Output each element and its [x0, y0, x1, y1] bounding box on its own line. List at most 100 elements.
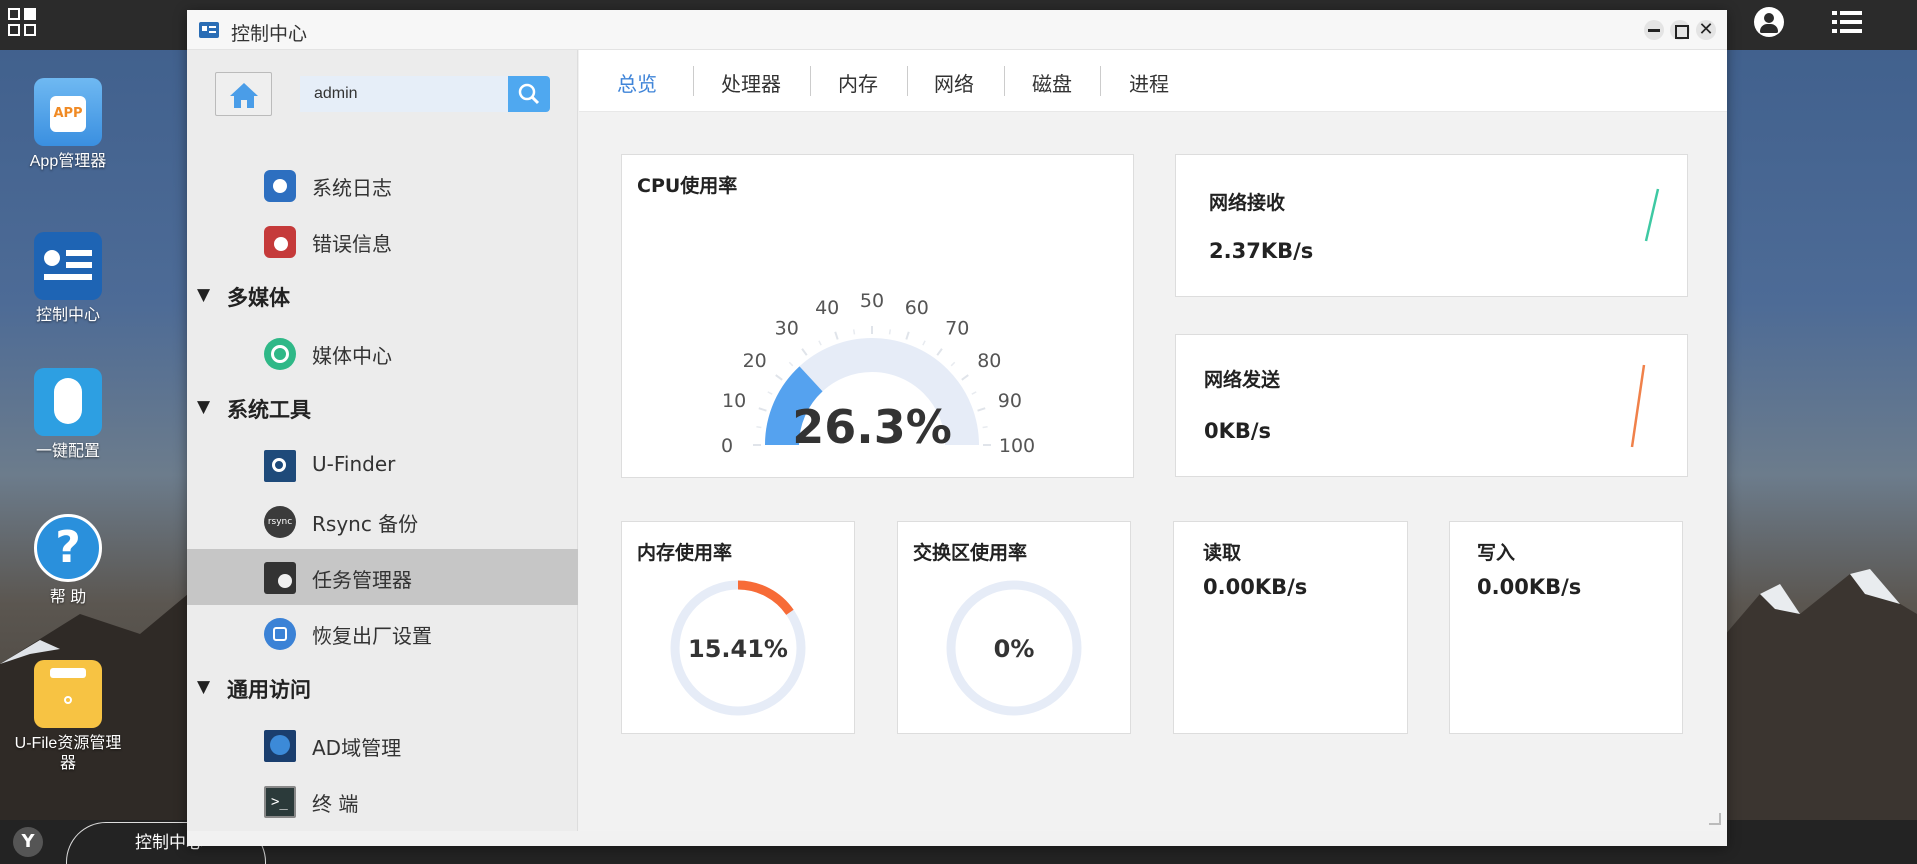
gauge-minor-tick	[818, 340, 822, 346]
sidebar-group-general-access[interactable]: ▼ 通用访问	[187, 664, 578, 714]
desktop-icon-app-manager[interactable]: APP App管理器	[14, 78, 122, 172]
memory-value: 15.41%	[688, 635, 788, 663]
disk-read-title: 读取	[1203, 542, 1242, 564]
network-send-value: 0KB/s	[1204, 419, 1272, 443]
home-button[interactable]	[215, 72, 272, 116]
apps-grid-icon[interactable]	[8, 8, 38, 38]
gauge-minor-tick	[950, 361, 956, 367]
sidebar-item-label: AD域管理	[312, 736, 402, 760]
chevron-down-icon: ▼	[197, 285, 211, 305]
sidebar-group-label: 系统工具	[227, 398, 311, 422]
tab-network[interactable]: 网络	[934, 68, 974, 96]
sidebar-item-label: 终 端	[312, 792, 359, 816]
sidebar-group-multimedia[interactable]: ▼ 多媒体	[187, 272, 578, 322]
disk-write-title: 写入	[1477, 542, 1516, 564]
tab-divider	[693, 66, 694, 96]
sidebar-item-label: 错误信息	[312, 232, 392, 256]
desktop-icon-control-center[interactable]: 控制中心	[14, 232, 122, 326]
tab-divider	[907, 66, 908, 96]
chevron-down-icon: ▼	[197, 677, 211, 697]
tab-divider	[1100, 66, 1101, 96]
desktop-icon-label: 一键配置	[35, 443, 100, 460]
disk-write-card: 写入 0.00KB/s	[1449, 521, 1683, 734]
swap-ring	[946, 580, 1082, 716]
gauge-tick	[977, 407, 986, 412]
sidebar-item-ad-domain[interactable]: AD域管理	[187, 717, 578, 773]
gauge-tick-label: 10	[722, 390, 746, 412]
disk-read-card: 读取 0.00KB/s	[1173, 521, 1408, 734]
window-title: 控制中心	[231, 23, 308, 45]
sidebar: 系统日志 错误信息 ▼ 多媒体 媒体中心 ▼ 系统工具 U-Finder rsy…	[187, 50, 578, 831]
sidebar-group-system-tools[interactable]: ▼ 系统工具	[187, 384, 578, 434]
network-receive-title: 网络接收	[1209, 192, 1286, 214]
app-manager-icon: APP	[34, 78, 102, 146]
gauge-tick	[905, 331, 910, 340]
search-input[interactable]	[300, 76, 508, 112]
swap-usage-card: 交换区使用率 0%	[897, 521, 1131, 734]
gauge-minor-tick	[922, 340, 926, 346]
desktop-icon-help[interactable]: ? 帮 助	[14, 514, 122, 608]
app-badge: APP	[50, 96, 86, 132]
main-content: 总览 处理器 内存 网络 磁盘 进程 CPU使用率 0 10 20 30 40 50 60 7…	[579, 50, 1727, 831]
sidebar-item-media-center[interactable]: 媒体中心	[187, 325, 578, 381]
error-info-icon	[264, 226, 296, 258]
desktop-icon-label: 控制中心	[35, 307, 100, 324]
search-icon	[518, 83, 540, 105]
sidebar-item-label: 媒体中心	[312, 344, 392, 368]
gauge-minor-tick	[756, 425, 762, 429]
desktop-icon-label: U-File资源管理器	[14, 735, 122, 772]
tab-disk[interactable]: 磁盘	[1032, 68, 1072, 96]
system-logo-icon[interactable]: Y	[13, 827, 43, 857]
sidebar-item-system-log[interactable]: 系统日志	[187, 157, 578, 213]
sidebar-item-u-finder[interactable]: U-Finder	[187, 437, 578, 493]
gauge-tick-label: 40	[815, 297, 839, 319]
minimize-button[interactable]	[1644, 20, 1664, 40]
ring-fill	[737, 580, 794, 615]
sidebar-item-rsync[interactable]: rsync Rsync 备份	[187, 493, 578, 549]
ad-domain-icon	[264, 730, 296, 762]
gauge-tick-label: 70	[945, 318, 969, 340]
sidebar-item-terminal[interactable]: >_ 终 端	[187, 773, 578, 829]
rsync-icon: rsync	[264, 506, 296, 538]
gauge-tick-label: 0	[721, 435, 733, 457]
gauge-tick	[834, 331, 839, 340]
network-receive-value: 2.37KB/s	[1209, 239, 1314, 263]
tab-bar: 总览 处理器 内存 网络 磁盘 进程	[579, 50, 1727, 112]
factory-reset-icon	[264, 618, 296, 650]
maximize-button[interactable]	[1670, 20, 1690, 40]
window-resize-handle[interactable]	[1709, 813, 1721, 825]
sidebar-item-task-manager[interactable]: 任务管理器	[187, 549, 578, 605]
disk-write-value: 0.00KB/s	[1477, 575, 1582, 599]
gauge-minor-tick	[971, 391, 977, 395]
user-icon[interactable]	[1754, 7, 1784, 37]
gauge-minor-tick	[888, 329, 892, 335]
sidebar-item-error-info[interactable]: 错误信息	[187, 213, 578, 269]
tab-process[interactable]: 进程	[1129, 68, 1169, 96]
home-icon	[230, 83, 258, 108]
desktop-icon-one-click-config[interactable]: 一键配置	[14, 368, 122, 462]
gauge-tick	[801, 348, 808, 356]
media-center-icon	[264, 338, 296, 370]
sidebar-item-factory-reset[interactable]: 恢复出厂设置	[187, 605, 578, 661]
task-manager-icon	[264, 562, 296, 594]
gauge-minor-tick	[852, 329, 856, 335]
system-log-icon	[264, 170, 296, 202]
window-titlebar[interactable]: 控制中心 ✕	[187, 10, 1727, 50]
list-menu-icon[interactable]	[1832, 10, 1862, 36]
gauge-minor-tick	[982, 425, 988, 429]
sidebar-item-label: 恢复出厂设置	[312, 624, 432, 648]
desktop-icon-ufile[interactable]: U-File资源管理器	[14, 660, 122, 774]
sidebar-item-label: U-Finder	[312, 452, 396, 476]
tab-divider	[810, 66, 811, 96]
chevron-down-icon: ▼	[197, 397, 211, 417]
tab-memory[interactable]: 内存	[838, 68, 878, 96]
close-button[interactable]: ✕	[1696, 20, 1716, 40]
tab-processor[interactable]: 处理器	[721, 68, 781, 96]
gauge-tick	[961, 374, 969, 381]
tab-overview[interactable]: 总览	[617, 68, 657, 96]
cpu-value: 26.3%	[792, 400, 952, 454]
network-receive-sparkline	[1644, 188, 1660, 242]
help-icon: ?	[34, 514, 102, 582]
gauge-tick-label: 50	[860, 290, 884, 312]
search-button[interactable]	[508, 76, 550, 112]
